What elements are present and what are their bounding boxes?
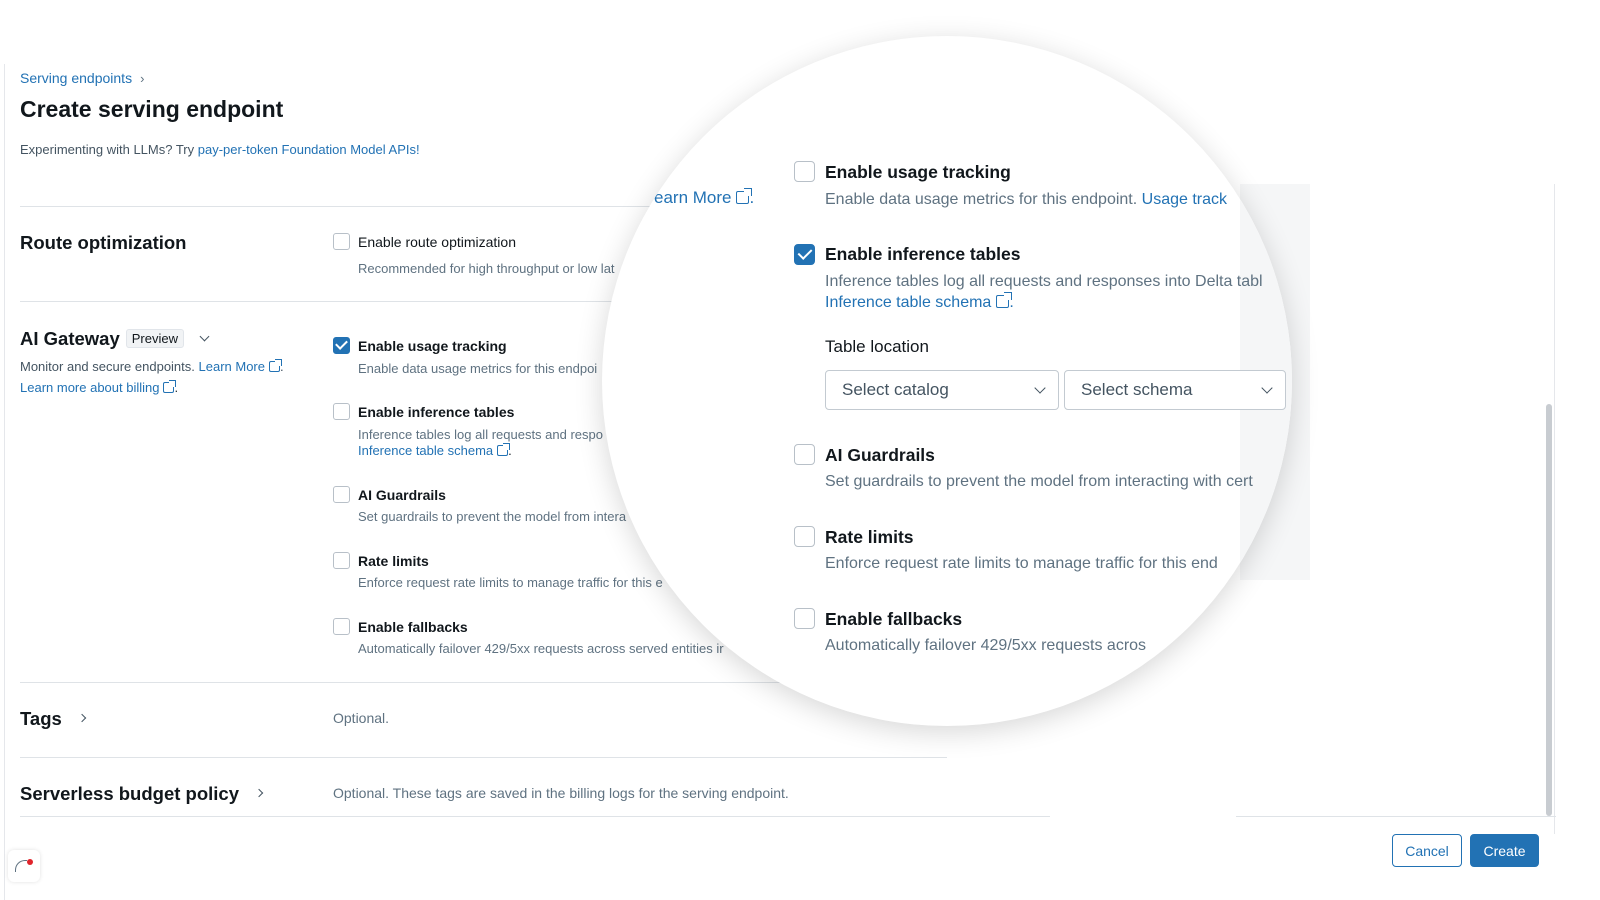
ai-guardrails-checkbox[interactable]: [333, 486, 350, 503]
magnified-fallbacks-desc: Automatically failover 429/5xx requests …: [825, 637, 1147, 654]
breadcrumb-serving-endpoints[interactable]: Serving endpoints: [20, 70, 132, 86]
ai-guardrails-label: AI Guardrails: [358, 487, 446, 503]
scrollbar-thumb[interactable]: [1546, 404, 1552, 816]
magnified-rate-limits-checkbox[interactable]: [794, 526, 815, 547]
tags-title: Tags: [20, 708, 62, 729]
tags-hint: Optional.: [333, 710, 390, 726]
fallbacks-desc: Automatically failover 429/5xx requests …: [358, 641, 724, 656]
inference-tables-checkbox[interactable]: [333, 403, 350, 420]
rate-limits-checkbox[interactable]: [333, 552, 350, 569]
external-link-icon: [497, 443, 511, 456]
ai-guardrails-desc: Set guardrails to prevent the model from…: [358, 509, 627, 524]
chevron-down-icon[interactable]: [199, 331, 210, 342]
budget-policy-hint: Optional. These tags are saved in the bi…: [333, 785, 789, 801]
assistant-icon[interactable]: [8, 850, 40, 882]
magnified-learn-more: earn More.: [654, 188, 755, 207]
external-link-icon: [996, 292, 1013, 308]
assistant-arc: [15, 860, 27, 872]
ai-gateway-heading: AI Gateway Preview: [20, 328, 210, 350]
learn-more-billing-link[interactable]: Learn more about billing: [20, 380, 159, 395]
magnified-schema-row: Inference table schema.: [825, 292, 1014, 311]
llm-notice: Experimenting with LLMs? Try pay-per-tok…: [20, 142, 420, 157]
chevron-down-icon: [1034, 382, 1046, 394]
usage-tracking-link[interactable]: Usage track: [1142, 191, 1227, 208]
magnified-learn-more-link[interactable]: earn More: [654, 188, 731, 207]
fallbacks-checkbox[interactable]: [333, 618, 350, 635]
usage-tracking-label: Enable usage tracking: [358, 338, 507, 354]
route-optimization-desc: Recommended for high throughput or low l…: [358, 261, 615, 276]
usage-tracking-desc: Enable data usage metrics for this endpo…: [358, 361, 598, 376]
preview-badge: Preview: [125, 329, 184, 348]
inference-schema-row: Inference table schema.: [358, 443, 512, 458]
ai-gateway-description: Monitor and secure endpoints. Learn More…: [20, 359, 284, 374]
budget-policy-title: Serverless budget policy: [20, 783, 240, 804]
magnified-rate-limits-desc: Enforce request rate limits to manage tr…: [825, 555, 1218, 572]
route-optimization-checkbox[interactable]: [333, 233, 350, 250]
notification-dot: [27, 859, 33, 865]
chevron-right-icon: ›: [140, 70, 145, 86]
chevron-right-icon: [77, 713, 87, 723]
divider: [20, 682, 820, 683]
breadcrumb: Serving endpoints ›: [20, 70, 144, 86]
divider: [20, 301, 620, 302]
select-catalog-dropdown[interactable]: Select catalog: [825, 370, 1059, 410]
magnified-rate-limits-label: Rate limits: [825, 527, 914, 547]
magnified-inference-schema-link[interactable]: Inference table schema: [825, 294, 991, 311]
left-border: [4, 64, 5, 900]
magnified-usage-tracking-checkbox[interactable]: [794, 161, 815, 182]
footer-divider: [1236, 816, 1556, 817]
magnified-usage-tracking-label: Enable usage tracking: [825, 162, 1011, 182]
create-button[interactable]: Create: [1470, 834, 1539, 867]
inference-table-schema-link[interactable]: Inference table schema: [358, 443, 493, 458]
tags-heading[interactable]: Tags: [20, 708, 87, 730]
route-optimization-label: Enable route optimization: [358, 234, 516, 250]
select-schema-placeholder: Select schema: [1081, 380, 1193, 399]
right-border: [1554, 184, 1555, 834]
learn-more-link[interactable]: Learn More: [199, 359, 265, 374]
foundation-model-apis-link[interactable]: pay-per-token Foundation Model APIs!: [198, 142, 420, 157]
magnified-inference-tables-desc: Inference tables log all requests and re…: [825, 273, 1263, 290]
ai-gateway-title: AI Gateway: [20, 328, 120, 349]
inference-tables-desc: Inference tables log all requests and re…: [358, 427, 603, 442]
inference-tables-label: Enable inference tables: [358, 404, 515, 420]
magnified-fallbacks-label: Enable fallbacks: [825, 609, 963, 629]
rate-limits-desc: Enforce request rate limits to manage tr…: [358, 575, 663, 590]
select-schema-dropdown[interactable]: Select schema: [1064, 370, 1286, 410]
chevron-right-icon: [254, 788, 264, 798]
magnified-usage-desc-text: Enable data usage metrics for this endpo…: [825, 191, 1138, 208]
select-catalog-placeholder: Select catalog: [842, 380, 949, 399]
fallbacks-label: Enable fallbacks: [358, 619, 468, 635]
page-title: Create serving endpoint: [20, 96, 284, 122]
ai-gateway-desc-text: Monitor and secure endpoints.: [20, 359, 195, 374]
billing-row: Learn more about billing.: [20, 380, 179, 395]
cancel-button[interactable]: Cancel: [1392, 834, 1462, 867]
magnified-ai-guardrails-label: AI Guardrails: [825, 445, 935, 465]
magnified-inference-tables-checkbox[interactable]: [794, 244, 815, 265]
table-location-label: Table location: [825, 337, 929, 356]
route-optimization-heading: Route optimization: [20, 232, 187, 253]
divider: [20, 206, 650, 207]
chevron-down-icon: [1261, 382, 1273, 394]
magnified-inference-tables-label: Enable inference tables: [825, 244, 1021, 264]
notice-text: Experimenting with LLMs? Try: [20, 142, 198, 157]
rate-limits-label: Rate limits: [358, 553, 429, 569]
budget-policy-heading[interactable]: Serverless budget policy: [20, 783, 264, 805]
divider: [20, 816, 1050, 817]
external-link-icon: [736, 188, 753, 204]
magnifier-overlay: earn More. Enable usage tracking Enable …: [602, 36, 1292, 726]
magnified-usage-tracking-desc: Enable data usage metrics for this endpo…: [825, 191, 1227, 209]
external-link-icon: [163, 380, 177, 393]
magnified-ai-guardrails-checkbox[interactable]: [794, 444, 815, 465]
external-link-icon: [269, 359, 282, 372]
usage-tracking-checkbox[interactable]: [333, 337, 350, 354]
magnified-ai-guardrails-desc: Set guardrails to prevent the model from…: [825, 473, 1253, 490]
magnified-fallbacks-checkbox[interactable]: [794, 608, 815, 629]
divider: [20, 757, 947, 758]
